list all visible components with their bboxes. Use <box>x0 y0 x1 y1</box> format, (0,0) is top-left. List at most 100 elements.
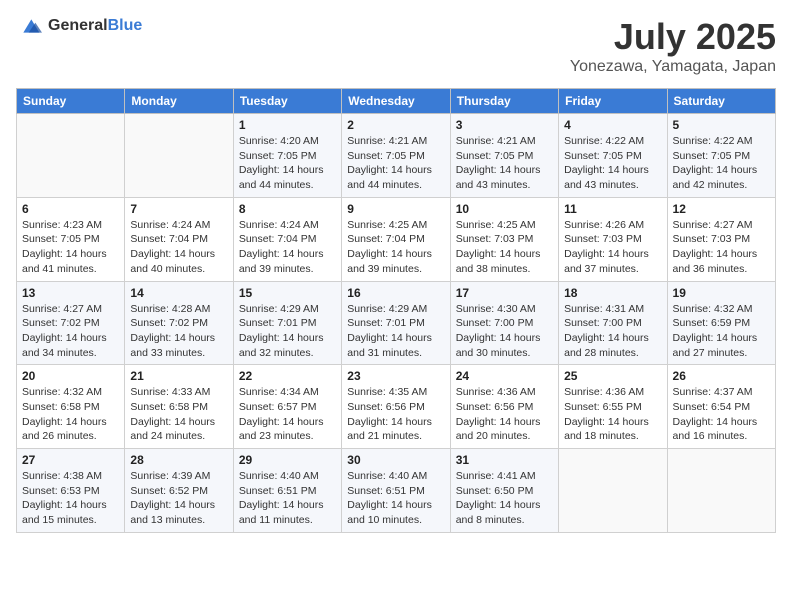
calendar-cell: 5Sunrise: 4:22 AMSunset: 7:05 PMDaylight… <box>667 114 775 198</box>
day-number: 21 <box>130 369 227 383</box>
day-number: 27 <box>22 453 119 467</box>
day-info: Sunrise: 4:33 AMSunset: 6:58 PMDaylight:… <box>130 385 227 444</box>
calendar-cell: 8 Sunrise: 4:24 AMSunset: 7:04 PMDaylight… <box>233 197 341 281</box>
day-info: Sunrise: 4:35 AMSunset: 6:56 PMDaylight:… <box>347 385 444 444</box>
calendar-cell: 9 Sunrise: 4:25 AMSunset: 7:04 PMDaylight… <box>342 197 450 281</box>
calendar-cell: 25Sunrise: 4:36 AMSunset: 6:55 PMDayligh… <box>559 365 667 449</box>
calendar-cell: 28 Sunrise: 4:39 AMSunset: 6:52 PMDayligh… <box>125 449 233 533</box>
col-header-wednesday: Wednesday <box>342 89 450 114</box>
day-info: Sunrise: 4:29 AMSunset: 7:01 PMDaylight:… <box>239 302 336 361</box>
calendar-cell: 12 Sunrise: 4:27 AMSunset: 7:03 PMDayligh… <box>667 197 775 281</box>
calendar-cell: 23 Sunrise: 4:35 AMSunset: 6:56 PMDayligh… <box>342 365 450 449</box>
day-number: 24 <box>456 369 553 383</box>
day-info: Sunrise: 4:21 AMSunset: 7:05 PMDaylight:… <box>456 134 553 193</box>
col-header-friday: Friday <box>559 89 667 114</box>
day-number: 29 <box>239 453 336 467</box>
calendar-cell: 13Sunrise: 4:27 AMSunset: 7:02 PMDayligh… <box>17 281 125 365</box>
calendar-week-row: 1 Sunrise: 4:20 AMSunset: 7:05 PMDaylight… <box>17 114 776 198</box>
calendar-cell <box>667 449 775 533</box>
day-number: 13 <box>22 286 119 300</box>
day-number: 3 <box>456 118 553 132</box>
day-info: Sunrise: 4:38 AMSunset: 6:53 PMDaylight:… <box>22 469 119 528</box>
day-number: 20 <box>22 369 119 383</box>
calendar-cell: 14 Sunrise: 4:28 AMSunset: 7:02 PMDayligh… <box>125 281 233 365</box>
calendar-cell: 18Sunrise: 4:31 AMSunset: 7:00 PMDayligh… <box>559 281 667 365</box>
calendar-cell <box>559 449 667 533</box>
day-number: 6 <box>22 202 119 216</box>
logo-text: GeneralBlue <box>48 17 142 35</box>
day-number: 18 <box>564 286 661 300</box>
day-number: 12 <box>673 202 770 216</box>
calendar-cell: 3 Sunrise: 4:21 AMSunset: 7:05 PMDaylight… <box>450 114 558 198</box>
day-number: 8 <box>239 202 336 216</box>
col-header-tuesday: Tuesday <box>233 89 341 114</box>
day-info: Sunrise: 4:34 AMSunset: 6:57 PMDaylight:… <box>239 385 336 444</box>
calendar-cell: 30Sunrise: 4:40 AMSunset: 6:51 PMDayligh… <box>342 449 450 533</box>
day-number: 23 <box>347 369 444 383</box>
day-number: 25 <box>564 369 661 383</box>
calendar-cell: 20 Sunrise: 4:32 AMSunset: 6:58 PMDayligh… <box>17 365 125 449</box>
calendar-cell: 26 Sunrise: 4:37 AMSunset: 6:54 PMDayligh… <box>667 365 775 449</box>
day-info: Sunrise: 4:26 AMSunset: 7:03 PMDaylight:… <box>564 218 661 277</box>
calendar-cell: 4 Sunrise: 4:22 AMSunset: 7:05 PMDaylight… <box>559 114 667 198</box>
calendar-cell: 29 Sunrise: 4:40 AMSunset: 6:51 PMDayligh… <box>233 449 341 533</box>
day-number: 7 <box>130 202 227 216</box>
calendar-cell: 24Sunrise: 4:36 AMSunset: 6:56 PMDayligh… <box>450 365 558 449</box>
logo-general: General <box>48 17 108 34</box>
day-number: 28 <box>130 453 227 467</box>
day-number: 26 <box>673 369 770 383</box>
calendar-cell: 10Sunrise: 4:25 AMSunset: 7:03 PMDayligh… <box>450 197 558 281</box>
day-info: Sunrise: 4:24 AMSunset: 7:04 PMDaylight:… <box>239 218 336 277</box>
calendar-cell: 1 Sunrise: 4:20 AMSunset: 7:05 PMDaylight… <box>233 114 341 198</box>
calendar-cell: 19 Sunrise: 4:32 AMSunset: 6:59 PMDayligh… <box>667 281 775 365</box>
day-info: Sunrise: 4:37 AMSunset: 6:54 PMDaylight:… <box>673 385 770 444</box>
day-info: Sunrise: 4:25 AMSunset: 7:04 PMDaylight:… <box>347 218 444 277</box>
day-number: 22 <box>239 369 336 383</box>
calendar-week-row: 13Sunrise: 4:27 AMSunset: 7:02 PMDayligh… <box>17 281 776 365</box>
day-number: 4 <box>564 118 661 132</box>
calendar-cell: 2Sunrise: 4:21 AMSunset: 7:05 PMDaylight… <box>342 114 450 198</box>
day-info: Sunrise: 4:22 AMSunset: 7:05 PMDaylight:… <box>564 134 661 193</box>
day-info: Sunrise: 4:32 AMSunset: 6:58 PMDaylight:… <box>22 385 119 444</box>
calendar-table: SundayMondayTuesdayWednesdayThursdayFrid… <box>16 88 776 533</box>
day-info: Sunrise: 4:24 AMSunset: 7:04 PMDaylight:… <box>130 218 227 277</box>
page-header: GeneralBlue July 2025 Yonezawa, Yamagata… <box>16 16 776 76</box>
logo-blue: Blue <box>108 17 143 34</box>
day-number: 11 <box>564 202 661 216</box>
day-info: Sunrise: 4:28 AMSunset: 7:02 PMDaylight:… <box>130 302 227 361</box>
col-header-saturday: Saturday <box>667 89 775 114</box>
day-number: 17 <box>456 286 553 300</box>
calendar-cell: 6 Sunrise: 4:23 AMSunset: 7:05 PMDaylight… <box>17 197 125 281</box>
calendar-cell: 27 Sunrise: 4:38 AMSunset: 6:53 PMDayligh… <box>17 449 125 533</box>
calendar-cell: 15 Sunrise: 4:29 AMSunset: 7:01 PMDayligh… <box>233 281 341 365</box>
day-number: 9 <box>347 202 444 216</box>
day-info: Sunrise: 4:21 AMSunset: 7:05 PMDaylight:… <box>347 134 444 193</box>
calendar-cell: 17Sunrise: 4:30 AMSunset: 7:00 PMDayligh… <box>450 281 558 365</box>
calendar-cell: 22 Sunrise: 4:34 AMSunset: 6:57 PMDayligh… <box>233 365 341 449</box>
day-info: Sunrise: 4:22 AMSunset: 7:05 PMDaylight:… <box>673 134 770 193</box>
location-title: Yonezawa, Yamagata, Japan <box>570 58 776 76</box>
day-info: Sunrise: 4:20 AMSunset: 7:05 PMDaylight:… <box>239 134 336 193</box>
day-number: 1 <box>239 118 336 132</box>
calendar-cell <box>125 114 233 198</box>
day-info: Sunrise: 4:23 AMSunset: 7:05 PMDaylight:… <box>22 218 119 277</box>
day-info: Sunrise: 4:40 AMSunset: 6:51 PMDaylight:… <box>239 469 336 528</box>
day-number: 31 <box>456 453 553 467</box>
col-header-monday: Monday <box>125 89 233 114</box>
day-number: 10 <box>456 202 553 216</box>
day-number: 15 <box>239 286 336 300</box>
calendar-week-row: 6 Sunrise: 4:23 AMSunset: 7:05 PMDaylight… <box>17 197 776 281</box>
calendar-week-row: 27 Sunrise: 4:38 AMSunset: 6:53 PMDayligh… <box>17 449 776 533</box>
title-block: July 2025 Yonezawa, Yamagata, Japan <box>570 16 776 76</box>
day-info: Sunrise: 4:29 AMSunset: 7:01 PMDaylight:… <box>347 302 444 361</box>
day-info: Sunrise: 4:41 AMSunset: 6:50 PMDaylight:… <box>456 469 553 528</box>
logo-icon <box>16 16 44 36</box>
day-info: Sunrise: 4:32 AMSunset: 6:59 PMDaylight:… <box>673 302 770 361</box>
day-info: Sunrise: 4:40 AMSunset: 6:51 PMDaylight:… <box>347 469 444 528</box>
day-info: Sunrise: 4:27 AMSunset: 7:03 PMDaylight:… <box>673 218 770 277</box>
calendar-cell: 11 Sunrise: 4:26 AMSunset: 7:03 PMDayligh… <box>559 197 667 281</box>
day-info: Sunrise: 4:39 AMSunset: 6:52 PMDaylight:… <box>130 469 227 528</box>
calendar-cell: 16Sunrise: 4:29 AMSunset: 7:01 PMDayligh… <box>342 281 450 365</box>
day-number: 14 <box>130 286 227 300</box>
day-number: 19 <box>673 286 770 300</box>
